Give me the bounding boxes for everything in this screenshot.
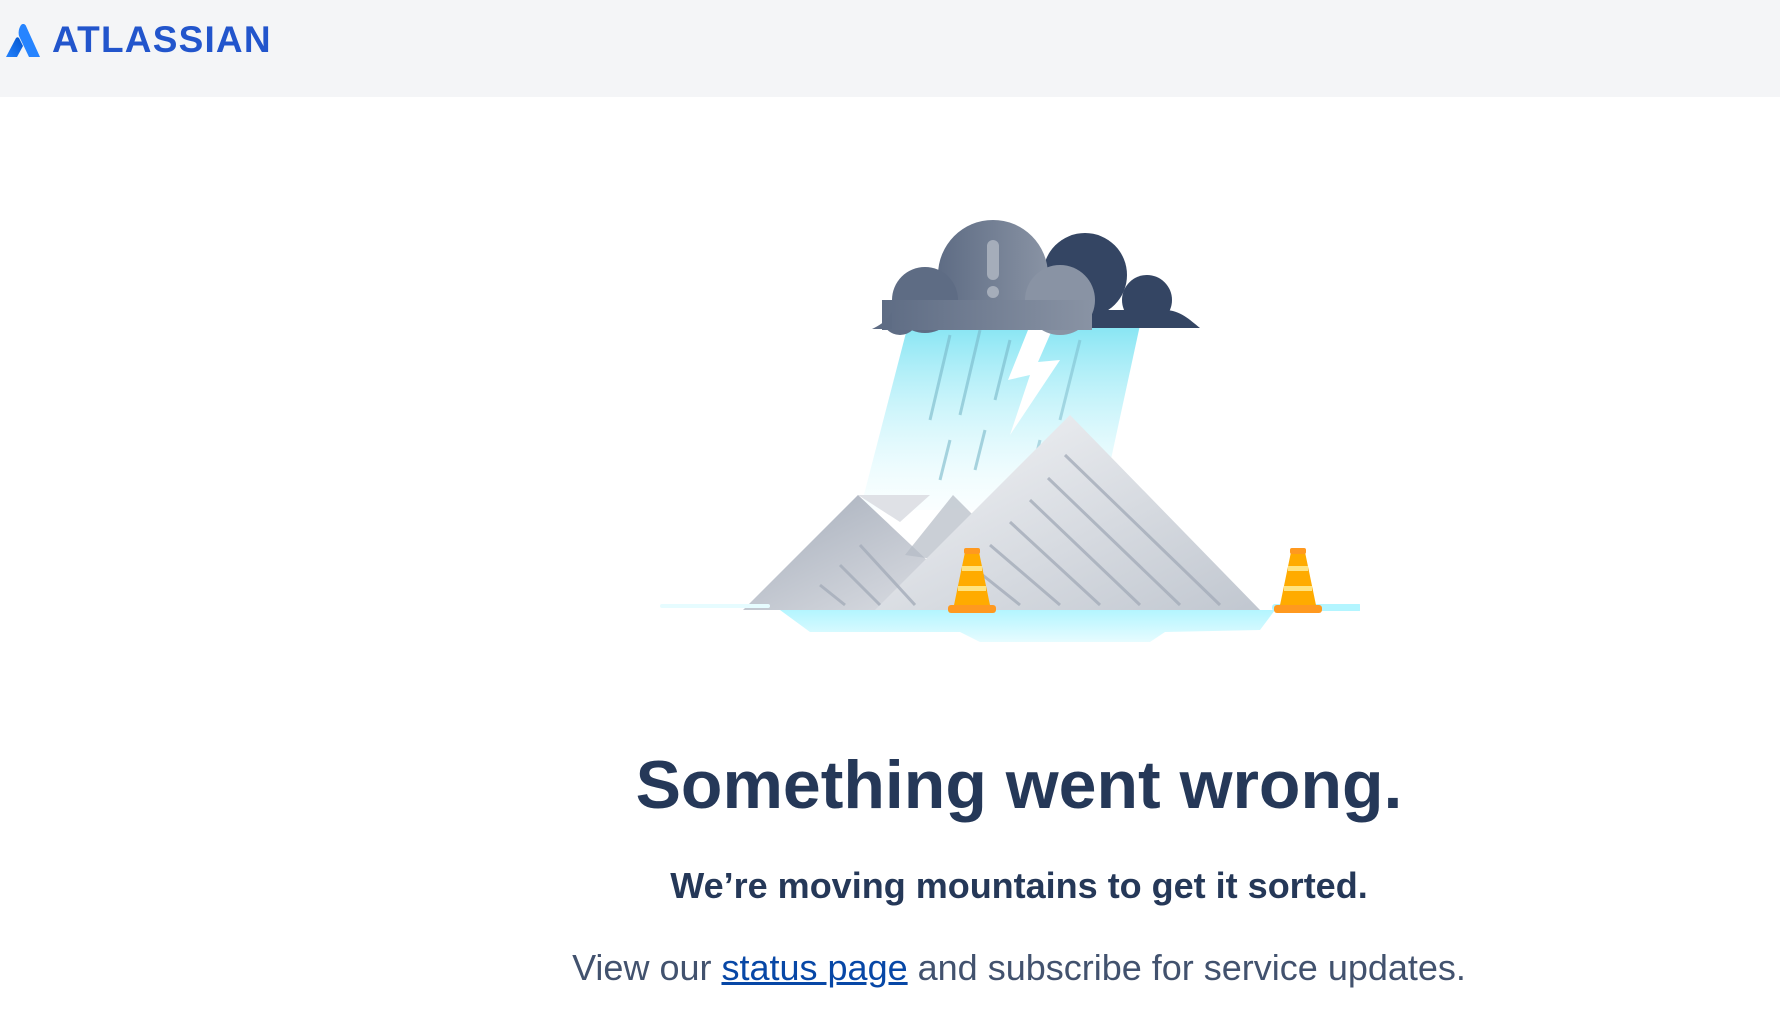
status-suffix-text: and subscribe for service updates.	[907, 947, 1466, 988]
warning-exclamation-icon	[987, 240, 999, 298]
traffic-cone-icon	[1274, 548, 1322, 613]
status-page-link[interactable]: status page	[721, 947, 907, 988]
status-prefix-text: View our	[572, 947, 722, 988]
atlassian-logo-icon	[6, 23, 40, 57]
error-title: Something went wrong.	[635, 747, 1403, 823]
top-bar: ATLASSIAN	[0, 0, 1780, 97]
storm-cloud-icon	[872, 220, 1200, 335]
atlassian-wordmark: ATLASSIAN	[52, 19, 272, 60]
status-message: View our status page and subscribe for s…	[0, 946, 1780, 990]
storm-illustration	[660, 220, 1360, 642]
error-subtitle: We’re moving mountains to get it sorted.	[670, 865, 1368, 906]
atlassian-logo[interactable]: ATLASSIAN	[6, 19, 272, 60]
